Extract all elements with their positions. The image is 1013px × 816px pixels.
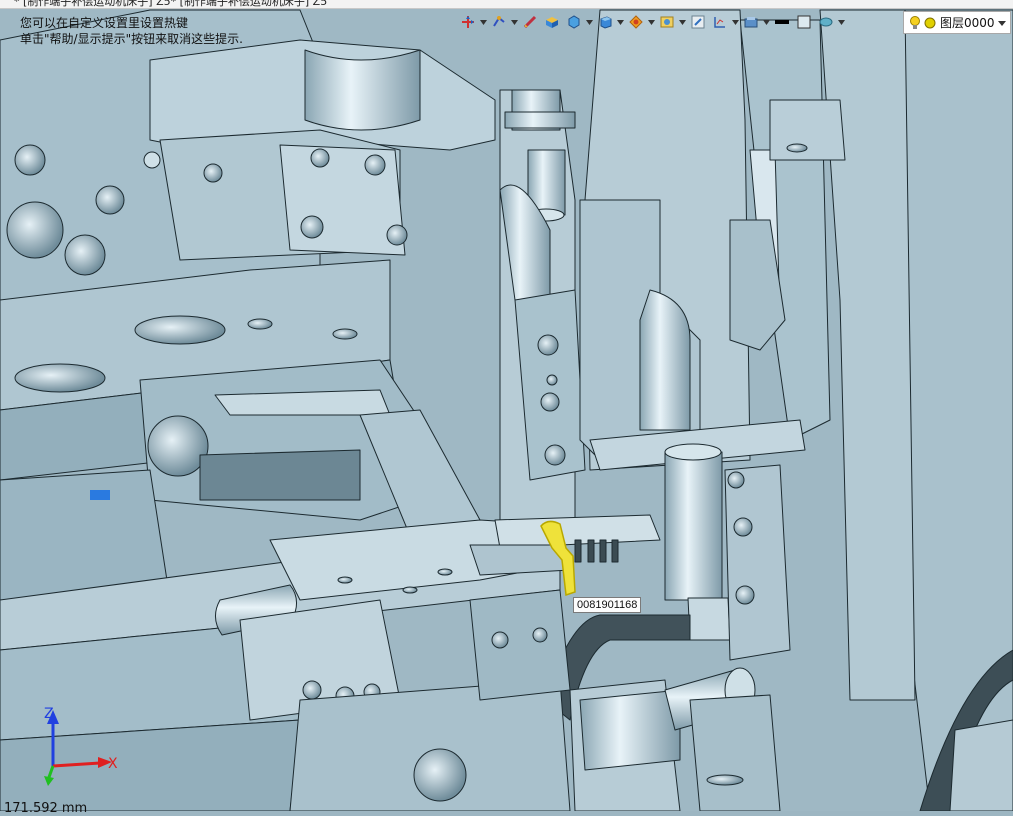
solid-icon[interactable]	[542, 12, 562, 32]
coordinate-readout: 171.592 mm	[4, 801, 88, 816]
hint-line-1: 您可以在自定义设置里设置热键	[20, 16, 189, 30]
y-axis-arrow	[44, 776, 54, 786]
part-tooltip: 0081901168	[573, 597, 642, 613]
layer-select[interactable]: 图层0000	[903, 11, 1011, 34]
render-icon[interactable]	[626, 12, 646, 32]
title-bar: * [制作端子补偿运动机床子] Z5* [制作端子补偿运动机床子] Z5	[0, 0, 1013, 9]
measure-icon[interactable]	[520, 12, 540, 32]
move-icon[interactable]	[458, 12, 478, 32]
box-dropdown-icon[interactable]	[617, 12, 624, 32]
x-axis-label: X	[108, 756, 118, 772]
light-bulb-icon[interactable]	[908, 15, 922, 31]
x-axis-line	[52, 761, 101, 768]
chevron-down-icon[interactable]	[997, 19, 1007, 27]
layer-manager-dropdown-icon[interactable]	[763, 12, 770, 32]
transform-icon[interactable]	[489, 12, 509, 32]
surface-dropdown-icon[interactable]	[586, 12, 593, 32]
z-axis-label: Z	[44, 706, 54, 722]
color-black-icon[interactable]	[772, 12, 792, 32]
layer-manager-icon[interactable]	[741, 12, 761, 32]
cad-model-render[interactable]	[0, 0, 1013, 811]
grid-dropdown-icon[interactable]	[732, 12, 739, 32]
color-frame-icon[interactable]	[794, 12, 814, 32]
3d-viewport[interactable]	[0, 0, 1013, 811]
move-dropdown-icon[interactable]	[480, 12, 487, 32]
display-mode-icon[interactable]	[816, 12, 836, 32]
layer-name: 图层0000	[940, 16, 995, 30]
grid-icon[interactable]	[710, 12, 730, 32]
document-tab-title[interactable]: * [制作端子补偿运动机床子] Z5* [制作端子补偿运动机床子] Z5	[14, 0, 327, 8]
hint-line-2: 单击"帮助/显示提示"按钮来取消这些提示.	[20, 32, 243, 46]
layer-state-icon[interactable]	[924, 17, 936, 29]
view-dropdown-icon[interactable]	[679, 12, 686, 32]
top-toolbar	[458, 10, 845, 34]
surface-icon[interactable]	[564, 12, 584, 32]
transform-dropdown-icon[interactable]	[511, 12, 518, 32]
axis-triad: Z X	[44, 706, 118, 786]
render-dropdown-icon[interactable]	[648, 12, 655, 32]
box-icon[interactable]	[595, 12, 615, 32]
section-icon[interactable]	[688, 12, 708, 32]
view-icon[interactable]	[657, 12, 677, 32]
display-mode-dropdown-icon[interactable]	[838, 12, 845, 32]
